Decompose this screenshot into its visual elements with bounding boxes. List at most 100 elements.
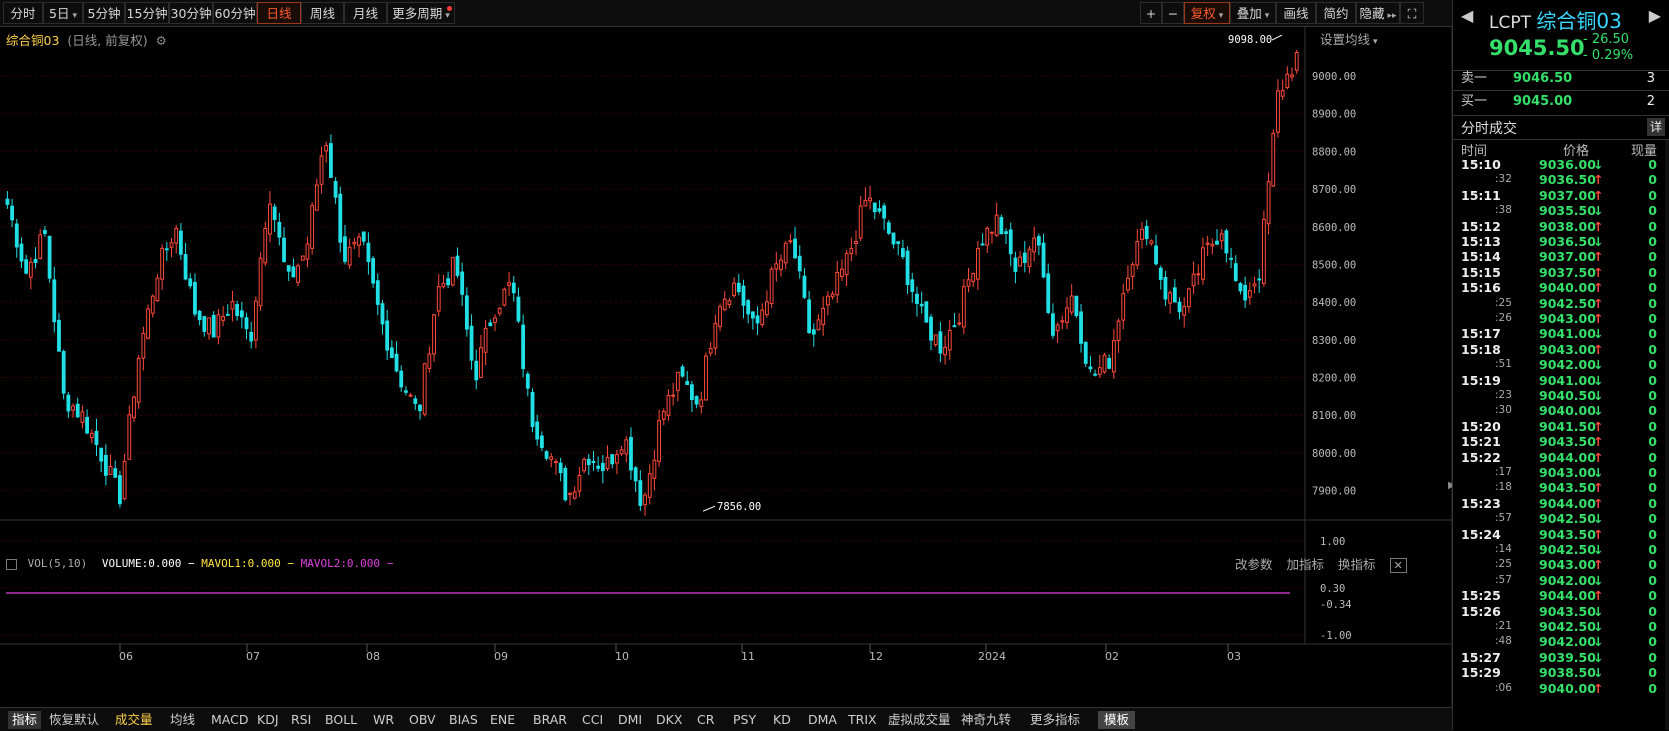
trade-row: 15:20 9041.50 ↑ 0 <box>1453 419 1669 434</box>
indicator-tab-13[interactable]: CCI <box>582 711 603 729</box>
trade-time: :48 <box>1495 635 1512 648</box>
gear-icon[interactable]: ⚙ <box>156 33 167 48</box>
tool-1-button[interactable]: − <box>1162 2 1184 24</box>
close-icon[interactable]: ✕ <box>1389 558 1407 573</box>
indicator-tab-0[interactable]: 指标 <box>8 711 42 729</box>
indicator-tab-18[interactable]: KD <box>773 711 791 729</box>
trade-price: 9043.50 <box>1539 526 1596 542</box>
candle-body <box>868 197 872 202</box>
trade-time: 15:10 <box>1461 157 1501 172</box>
add-indicator-button[interactable]: 加指标 <box>1287 557 1325 572</box>
indicator-tab-5[interactable]: KDJ <box>257 711 279 729</box>
period-3-button[interactable]: 15分钟 <box>125 2 169 24</box>
tool-5-button[interactable]: 简约 <box>1316 2 1356 24</box>
candle-body <box>966 279 971 287</box>
candle-body <box>1027 248 1032 267</box>
candle-body <box>1233 263 1238 281</box>
arrow-up-icon: ↑ <box>1593 495 1604 511</box>
period-0-button[interactable]: 分时 <box>3 2 43 24</box>
indicator-tab-19[interactable]: DMA <box>808 711 837 729</box>
indicator-tab-8[interactable]: WR <box>373 711 394 729</box>
candlestick-chart[interactable]: 9000.00 8900.00 8800.00 8700.00 8600.00 8500.… <box>0 27 1452 707</box>
detail-button[interactable]: 详 <box>1647 118 1665 136</box>
arrow-up-icon: ↑ <box>1593 480 1604 496</box>
chevron-left-icon[interactable]: ◀ <box>1461 6 1473 25</box>
tool-6-button[interactable]: 隐藏 ▸▸ <box>1356 2 1400 24</box>
tool-4-button[interactable]: 画线 <box>1276 2 1316 24</box>
candle-body <box>1121 293 1126 321</box>
indicator-tab-12[interactable]: BRAR <box>533 711 567 729</box>
trade-row: 15:16 9040.00 ↑ 0 <box>1453 280 1669 295</box>
chevron-right-icon[interactable]: ▶ <box>1649 6 1661 25</box>
candle-body <box>1036 236 1041 246</box>
indicator-tab-24[interactable]: 模板 <box>1098 711 1136 729</box>
candle-body <box>319 155 324 185</box>
candle-body <box>933 334 938 346</box>
chart-header: 综合铜03 (日线, 前复权) ⚙ <box>6 30 167 49</box>
change-indicator-button[interactable]: 换指标 <box>1338 557 1376 572</box>
edit-params-button[interactable]: 改参数 <box>1235 557 1273 572</box>
ask-label: 卖一 <box>1461 71 1488 86</box>
x-tick-label: 02 <box>1105 650 1119 663</box>
x-tick-label: 12 <box>869 650 883 663</box>
indicator-tab-10[interactable]: BIAS <box>449 711 478 729</box>
candle-body <box>404 390 408 393</box>
period-label: 15分钟 <box>126 6 168 21</box>
vol-y-tick-label: 0.30 <box>1320 583 1345 595</box>
tool-label: − <box>1167 6 1179 21</box>
set-ma-button[interactable]: 设置均线 ▾ <box>1320 29 1378 48</box>
indicator-tab-6[interactable]: RSI <box>291 711 311 729</box>
candle-body <box>174 227 179 244</box>
indicator-tab-7[interactable]: BOLL <box>325 711 357 729</box>
candle-body <box>1215 240 1219 245</box>
period-8-button[interactable]: 月线 <box>344 2 387 24</box>
period-1-button[interactable]: 5日 ▾ <box>43 2 83 24</box>
indicator-tab-14[interactable]: DMI <box>618 711 642 729</box>
period-2-button[interactable]: 5分钟 <box>83 2 125 24</box>
price-change: - 26.50 <box>1583 32 1630 47</box>
volume-close-box[interactable] <box>6 558 17 570</box>
indicator-tab-21[interactable]: 虚拟成交量 <box>888 711 951 729</box>
candle-body <box>343 236 347 262</box>
candle-body <box>882 205 887 219</box>
caret-icon: ▾ <box>1264 11 1270 21</box>
period-6-button[interactable]: 日线 <box>257 2 301 24</box>
indicator-tab-22[interactable]: 神奇九转 <box>961 711 1011 729</box>
tool-3-button[interactable]: 叠加 ▾ <box>1230 2 1276 24</box>
indicator-tab-3[interactable]: 均线 <box>170 711 195 729</box>
candle-body <box>1041 242 1046 278</box>
period-7-button[interactable]: 周线 <box>301 2 344 24</box>
period-4-button[interactable]: 30分钟 <box>169 2 213 24</box>
candle-body <box>103 454 108 476</box>
candle-body <box>446 278 451 286</box>
tool-label: 简约 <box>1323 6 1349 21</box>
indicator-tab-9[interactable]: OBV <box>409 711 436 729</box>
arrow-down-icon: ↓ <box>1593 465 1604 480</box>
chart-area[interactable]: 9000.00 8900.00 8800.00 8700.00 8600.00 8500.… <box>0 27 1452 707</box>
tool-2-button[interactable]: 复权 ▾ <box>1184 2 1230 24</box>
candle-body <box>66 394 71 412</box>
candle-body <box>900 248 905 258</box>
indicator-tab-17[interactable]: PSY <box>733 711 756 729</box>
trade-volume: 0 <box>1648 264 1657 280</box>
indicator-tab-4[interactable]: MACD <box>211 711 248 729</box>
indicator-tab-16[interactable]: CR <box>697 711 714 729</box>
scrollbar[interactable] <box>1665 140 1669 730</box>
period-5-button[interactable]: 60分钟 <box>213 2 257 24</box>
arrow-down-icon: ↓ <box>1593 542 1604 557</box>
candle-body <box>577 475 582 492</box>
period-9-button[interactable]: 更多周期 ▾ <box>387 2 455 24</box>
indicator-tab-20[interactable]: TRIX <box>848 711 877 729</box>
tool-0-button[interactable]: + <box>1140 2 1162 24</box>
indicator-tab-15[interactable]: DKX <box>656 711 682 729</box>
indicator-tab-23[interactable]: 更多指标 <box>1030 711 1080 729</box>
candle-body <box>132 396 136 419</box>
candle-body <box>1051 313 1055 336</box>
candle-body <box>1290 74 1294 78</box>
indicator-tab-2[interactable]: 成交量 <box>115 711 153 729</box>
indicator-tab-1[interactable]: 恢复默认 <box>49 711 99 729</box>
candle-body <box>450 257 455 286</box>
indicator-tab-11[interactable]: ENE <box>490 711 515 729</box>
tool-7-button[interactable]: ⛶ <box>1400 2 1424 24</box>
candle-body <box>1083 341 1088 364</box>
